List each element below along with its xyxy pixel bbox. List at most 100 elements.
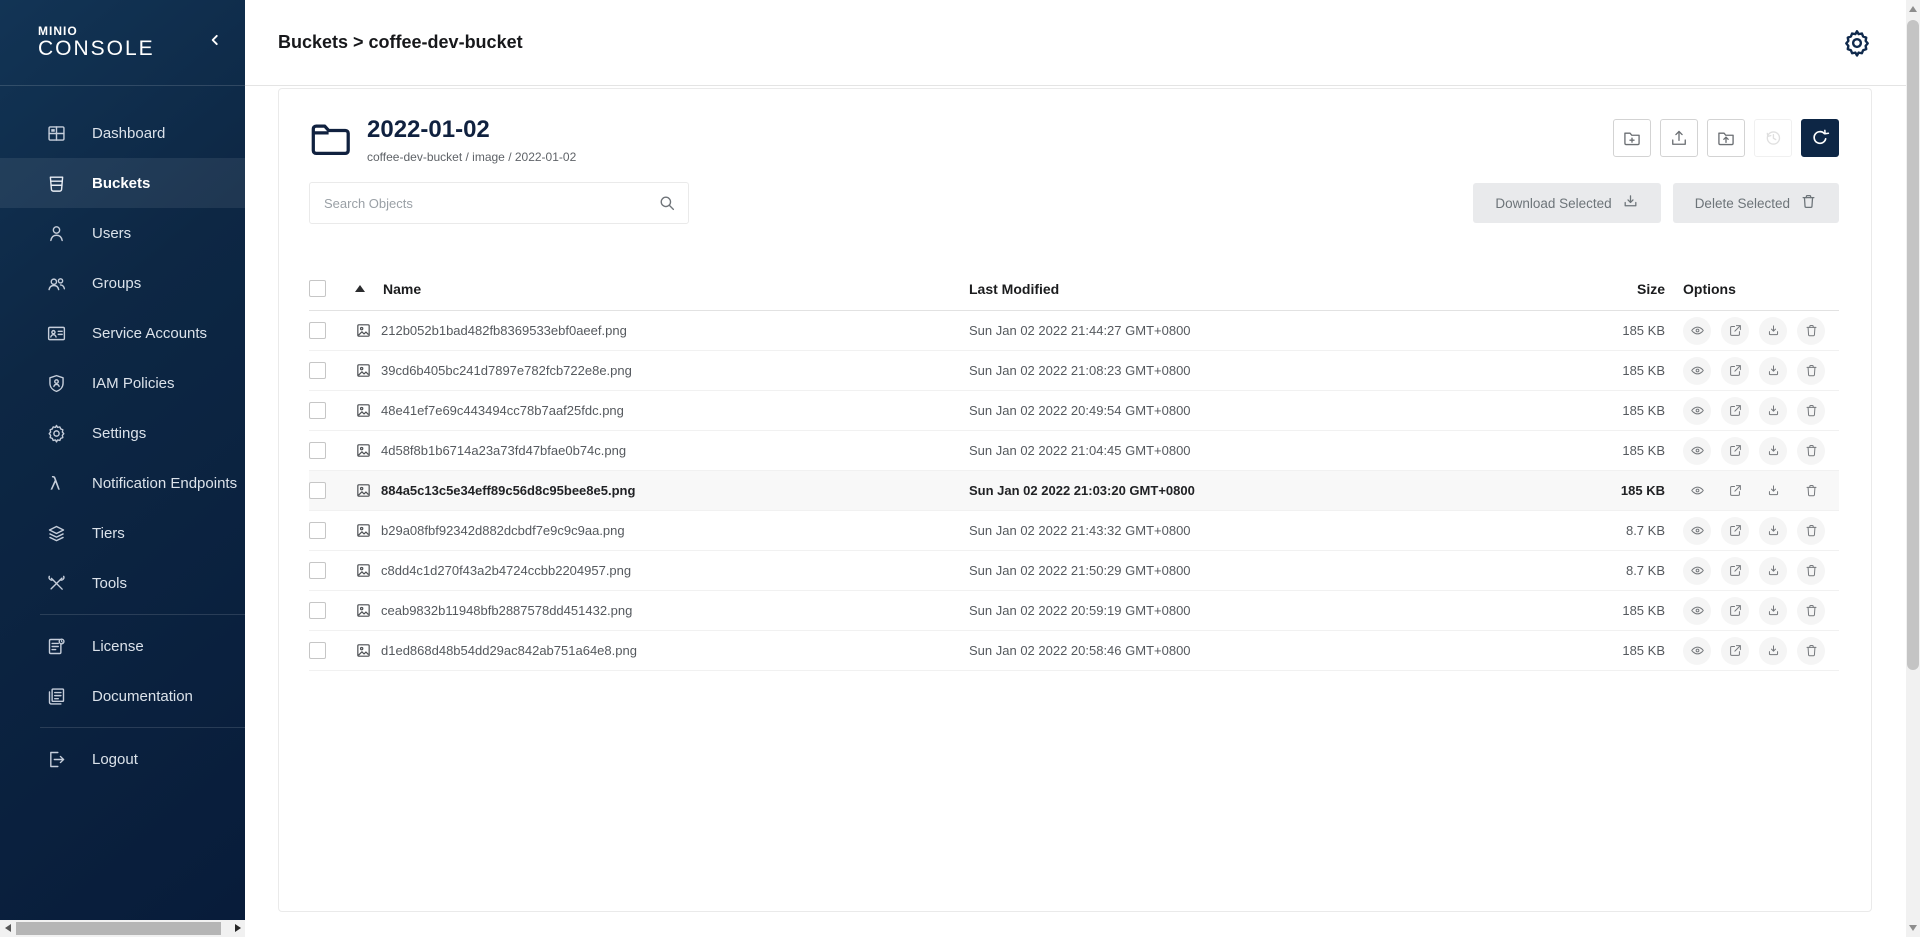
row-preview-button[interactable] <box>1683 637 1711 665</box>
row-preview-button[interactable] <box>1683 437 1711 465</box>
sidebar-item-service-accounts[interactable]: Service Accounts <box>0 308 245 358</box>
row-delete-button[interactable] <box>1797 477 1825 505</box>
object-name[interactable]: ceab9832b11948bfb2887578dd451432.png <box>381 603 632 618</box>
sidebar-item-settings[interactable]: Settings <box>0 408 245 458</box>
row-delete-button[interactable] <box>1797 357 1825 385</box>
vertical-scrollbar[interactable] <box>1906 0 1920 937</box>
refresh-button[interactable] <box>1801 119 1839 157</box>
object-name[interactable]: c8dd4c1d270f43a2b4724ccbb2204957.png <box>381 563 631 578</box>
horizontal-scroll-thumb[interactable] <box>16 922 221 935</box>
object-name[interactable]: d1ed868d48b54dd29ac842ab751a64e8.png <box>381 643 637 658</box>
delete-selected-button[interactable]: Delete Selected <box>1673 183 1839 223</box>
row-delete-button[interactable] <box>1797 317 1825 345</box>
column-header-last-modified[interactable]: Last Modified <box>969 281 1589 297</box>
row-preview-button[interactable] <box>1683 477 1711 505</box>
row-checkbox[interactable] <box>309 642 326 659</box>
row-share-button[interactable] <box>1721 637 1749 665</box>
table-row[interactable]: 39cd6b405bc241d7897e782fcb722e8e.png Sun… <box>309 351 1839 391</box>
sidebar-item-users[interactable]: Users <box>0 208 245 258</box>
row-preview-button[interactable] <box>1683 357 1711 385</box>
row-checkbox[interactable] <box>309 402 326 419</box>
vertical-scroll-thumb[interactable] <box>1907 20 1919 670</box>
sidebar-collapse-button[interactable] <box>203 31 227 55</box>
table-row[interactable]: 4d58f8b1b6714a23a73fd47bfae0b74c.png Sun… <box>309 431 1839 471</box>
row-share-button[interactable] <box>1721 357 1749 385</box>
object-name[interactable]: 39cd6b405bc241d7897e782fcb722e8e.png <box>381 363 632 378</box>
row-download-button[interactable] <box>1759 397 1787 425</box>
gear-icon[interactable] <box>1842 28 1872 58</box>
row-checkbox[interactable] <box>309 362 326 379</box>
row-download-button[interactable] <box>1759 637 1787 665</box>
row-download-button[interactable] <box>1759 557 1787 585</box>
row-preview-button[interactable] <box>1683 597 1711 625</box>
row-checkbox[interactable] <box>309 522 326 539</box>
search-input[interactable] <box>324 196 658 211</box>
sidebar-item-iam-policies[interactable]: IAM Policies <box>0 358 245 408</box>
row-delete-button[interactable] <box>1797 597 1825 625</box>
sidebar-item-groups[interactable]: Groups <box>0 258 245 308</box>
row-preview-button[interactable] <box>1683 557 1711 585</box>
row-download-button[interactable] <box>1759 357 1787 385</box>
table-row[interactable]: b29a08fbf92342d882dcbdf7e9c9c9aa.png Sun… <box>309 511 1839 551</box>
table-row[interactable]: 48e41ef7e69c443494cc78b7aaf25fdc.png Sun… <box>309 391 1839 431</box>
row-share-button[interactable] <box>1721 477 1749 505</box>
horizontal-scrollbar[interactable] <box>0 920 245 937</box>
column-header-size[interactable]: Size <box>1589 281 1669 297</box>
table-row[interactable]: 212b052b1bad482fb8369533ebf0aeef.png Sun… <box>309 311 1839 351</box>
row-download-button[interactable] <box>1759 437 1787 465</box>
upload-folder-button[interactable] <box>1707 119 1745 157</box>
table-row[interactable]: c8dd4c1d270f43a2b4724ccbb2204957.png Sun… <box>309 551 1839 591</box>
row-download-button[interactable] <box>1759 317 1787 345</box>
add-folder-button[interactable] <box>1613 119 1651 157</box>
row-share-button[interactable] <box>1721 317 1749 345</box>
sidebar-item-license[interactable]: License <box>0 621 245 671</box>
download-selected-button[interactable]: Download Selected <box>1473 183 1660 223</box>
table-row[interactable]: 884a5c13c5e34eff89c56d8c95bee8e5.png Sun… <box>309 471 1839 511</box>
scroll-left-arrow-icon[interactable] <box>5 924 11 932</box>
scroll-up-arrow-icon[interactable] <box>1909 6 1917 12</box>
row-share-button[interactable] <box>1721 517 1749 545</box>
sidebar-item-buckets[interactable]: Buckets <box>0 158 245 208</box>
row-delete-button[interactable] <box>1797 557 1825 585</box>
row-share-button[interactable] <box>1721 437 1749 465</box>
object-name[interactable]: 48e41ef7e69c443494cc78b7aaf25fdc.png <box>381 403 624 418</box>
sidebar-item-documentation[interactable]: Documentation <box>0 671 245 721</box>
table-row[interactable]: d1ed868d48b54dd29ac842ab751a64e8.png Sun… <box>309 631 1839 671</box>
sort-ascending-icon[interactable] <box>355 285 365 292</box>
row-delete-button[interactable] <box>1797 437 1825 465</box>
upload-file-button[interactable] <box>1660 119 1698 157</box>
scroll-down-arrow-icon[interactable] <box>1909 925 1917 931</box>
sidebar-item-dashboard[interactable]: Dashboard <box>0 108 245 158</box>
object-name[interactable]: 4d58f8b1b6714a23a73fd47bfae0b74c.png <box>381 443 626 458</box>
sidebar-item-logout[interactable]: Logout <box>0 734 245 784</box>
row-download-button[interactable] <box>1759 477 1787 505</box>
object-name[interactable]: b29a08fbf92342d882dcbdf7e9c9c9aa.png <box>381 523 625 538</box>
row-download-button[interactable] <box>1759 597 1787 625</box>
select-all-checkbox[interactable] <box>309 280 326 297</box>
row-delete-button[interactable] <box>1797 397 1825 425</box>
sidebar-item-tiers[interactable]: Tiers <box>0 508 245 558</box>
scroll-right-arrow-icon[interactable] <box>235 924 241 932</box>
object-name[interactable]: 884a5c13c5e34eff89c56d8c95bee8e5.png <box>381 483 635 498</box>
image-file-icon <box>355 562 372 579</box>
sidebar-item-notification-endpoints[interactable]: λ Notification Endpoints <box>0 458 245 508</box>
row-delete-button[interactable] <box>1797 637 1825 665</box>
table-row[interactable]: ceab9832b11948bfb2887578dd451432.png Sun… <box>309 591 1839 631</box>
row-preview-button[interactable] <box>1683 397 1711 425</box>
row-checkbox[interactable] <box>309 562 326 579</box>
row-checkbox[interactable] <box>309 602 326 619</box>
row-share-button[interactable] <box>1721 557 1749 585</box>
object-name[interactable]: 212b052b1bad482fb8369533ebf0aeef.png <box>381 323 627 338</box>
row-checkbox[interactable] <box>309 482 326 499</box>
sidebar-item-tools[interactable]: Tools <box>0 558 245 608</box>
row-preview-button[interactable] <box>1683 517 1711 545</box>
row-share-button[interactable] <box>1721 597 1749 625</box>
row-checkbox[interactable] <box>309 322 326 339</box>
row-checkbox[interactable] <box>309 442 326 459</box>
column-header-name[interactable]: Name <box>383 281 421 297</box>
preview-icon <box>1690 643 1705 658</box>
row-share-button[interactable] <box>1721 397 1749 425</box>
row-preview-button[interactable] <box>1683 317 1711 345</box>
row-download-button[interactable] <box>1759 517 1787 545</box>
row-delete-button[interactable] <box>1797 517 1825 545</box>
